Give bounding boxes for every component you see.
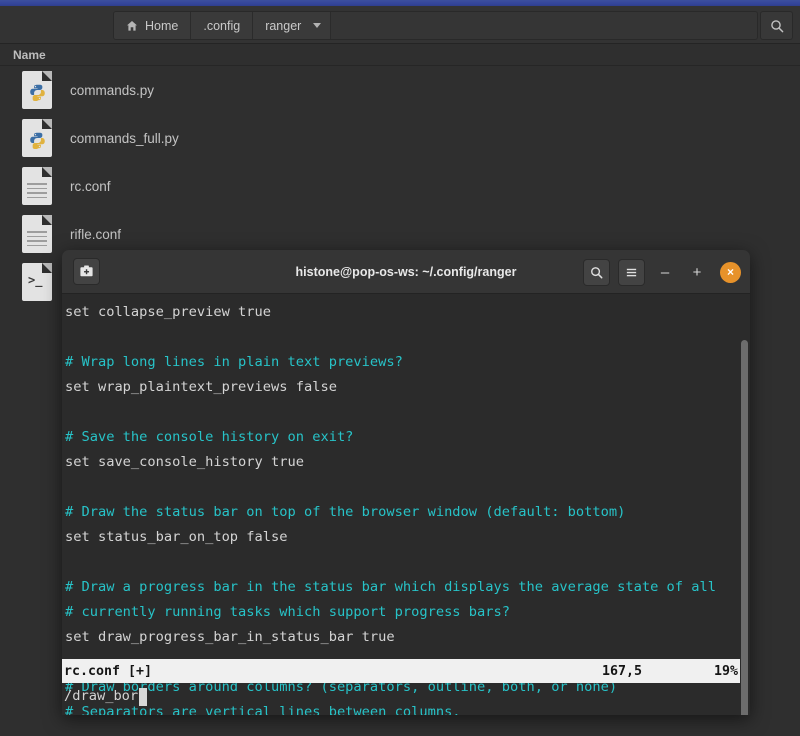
breadcrumb-label-home: Home bbox=[145, 18, 179, 33]
code-line: # currently running tasks which support … bbox=[65, 604, 510, 620]
file-name: commands.py bbox=[70, 82, 155, 98]
script-file-icon: >_ bbox=[22, 263, 52, 301]
terminal-menu-button[interactable] bbox=[618, 258, 645, 286]
code-line: # Draw the status bar on top of the brow… bbox=[65, 504, 626, 520]
breadcrumb-item-home[interactable]: Home bbox=[114, 12, 192, 39]
code-line: # Wrap long lines in plain text previews… bbox=[65, 354, 403, 370]
list-item[interactable]: rc.conf bbox=[0, 162, 800, 210]
code-line: # Draw a progress bar in the status bar … bbox=[65, 579, 717, 595]
code-line: set status_bar_on_top false bbox=[65, 529, 288, 545]
vim-command-line[interactable]: /draw_bor bbox=[62, 684, 740, 709]
vim-status-ruler: 167,5 bbox=[601, 663, 642, 679]
search-icon bbox=[591, 266, 603, 278]
vim-status-percent: 19% bbox=[713, 663, 738, 679]
list-item[interactable]: commands.py bbox=[0, 66, 800, 114]
text-cursor bbox=[139, 687, 148, 706]
file-name: rc.conf bbox=[70, 178, 111, 194]
file-manager-search-button[interactable] bbox=[760, 11, 793, 40]
breadcrumb-label-ranger: ranger bbox=[265, 18, 302, 33]
text-file-icon bbox=[22, 167, 52, 205]
search-icon bbox=[770, 19, 783, 32]
home-icon bbox=[126, 20, 138, 32]
terminal-scrollbar-thumb[interactable] bbox=[741, 340, 748, 715]
terminal-window-controls: – + × bbox=[583, 250, 741, 294]
breadcrumb-label-config: .config bbox=[203, 18, 241, 33]
python-file-icon bbox=[22, 119, 52, 157]
breadcrumb-item-ranger[interactable]: ranger bbox=[253, 12, 332, 39]
chevron-down-icon[interactable] bbox=[313, 23, 322, 28]
maximize-button[interactable]: + bbox=[685, 260, 709, 284]
terminal-search-button[interactable] bbox=[583, 258, 610, 286]
new-tab-icon bbox=[80, 265, 93, 277]
breadcrumb: Home .config ranger bbox=[113, 11, 758, 40]
vim-command-text: /draw_bor bbox=[64, 688, 139, 704]
breadcrumb-empty-space bbox=[331, 12, 757, 39]
terminal-scrollbar[interactable] bbox=[741, 340, 748, 715]
vim-buffer: set collapse_preview true # Wrap long li… bbox=[62, 300, 750, 715]
code-line: set collapse_preview true bbox=[65, 304, 272, 320]
close-button[interactable]: × bbox=[720, 261, 741, 283]
file-name: rifle.conf bbox=[70, 226, 122, 242]
terminal-body[interactable]: set collapse_preview true # Wrap long li… bbox=[62, 294, 750, 715]
python-file-icon bbox=[22, 71, 52, 109]
text-file-icon bbox=[22, 215, 52, 253]
terminal-window: histone@pop-os-ws: ~/.config/ranger – + … bbox=[62, 250, 750, 715]
code-line: # Save the console history on exit? bbox=[65, 429, 354, 445]
vim-status-line: rc.conf [+] 167,5 19% bbox=[62, 659, 740, 683]
file-manager-headerbar: Home .config ranger bbox=[0, 6, 800, 44]
terminal-titlebar[interactable]: histone@pop-os-ws: ~/.config/ranger – + … bbox=[62, 250, 750, 294]
code-line: set wrap_plaintext_previews false bbox=[65, 379, 337, 395]
breadcrumb-item-config[interactable]: .config bbox=[191, 12, 254, 39]
minimize-button[interactable]: – bbox=[653, 260, 677, 284]
code-line: set draw_progress_bar_in_status_bar true bbox=[65, 629, 395, 645]
new-tab-button[interactable] bbox=[73, 258, 100, 285]
list-item[interactable]: commands_full.py bbox=[0, 114, 800, 162]
hamburger-menu-icon bbox=[626, 268, 637, 276]
vim-status-filename: rc.conf [+] bbox=[64, 663, 153, 679]
code-line: set save_console_history true bbox=[65, 454, 304, 470]
column-header-name[interactable]: Name bbox=[0, 48, 46, 62]
file-name: commands_full.py bbox=[70, 130, 179, 146]
file-list-column-header: Name bbox=[0, 44, 800, 66]
